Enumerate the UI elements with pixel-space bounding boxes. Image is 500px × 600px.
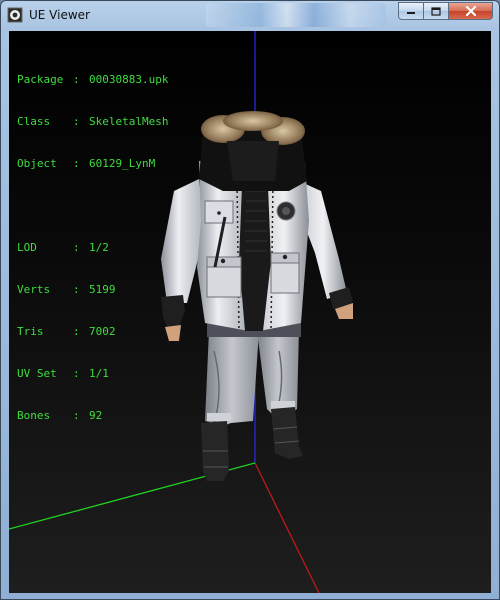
info-row-object: Object:60129_LynM (17, 157, 168, 171)
info-value-class: SkeletalMesh (89, 115, 169, 128)
ue-viewer-app-icon[interactable] (7, 7, 23, 23)
3d-viewport[interactable]: Package:00030883.upk Class: SkeletalMesh … (9, 31, 491, 593)
mesh-info-overlay: Package:00030883.upk Class: SkeletalMesh … (17, 45, 168, 451)
info-label: UV Set (17, 367, 57, 380)
window-title: UE Viewer (29, 8, 90, 22)
info-value-tris: 7002 (89, 325, 116, 338)
minimize-button[interactable] (398, 2, 424, 20)
fur-trim-top (223, 111, 283, 131)
info-gap (17, 199, 168, 213)
close-icon (465, 6, 476, 16)
caption-buttons (398, 2, 493, 20)
info-row-package: Package:00030883.upk (17, 73, 168, 87)
info-value-package: 00030883.upk (89, 73, 169, 86)
info-label: Tris (17, 325, 44, 338)
minimize-icon (407, 12, 415, 14)
info-separator: : (73, 409, 80, 422)
info-separator: : (73, 283, 80, 296)
aero-glass-background (206, 3, 386, 27)
info-value-bones: 92 (89, 409, 103, 422)
info-row-bones: Bones:92 (17, 409, 168, 423)
info-separator: : (73, 367, 80, 380)
maximize-button[interactable] (424, 2, 449, 20)
info-value-uvset: 1/1 (89, 367, 109, 380)
info-separator: : (73, 241, 80, 254)
info-label: Bones (17, 409, 51, 422)
info-value-verts: 5199 (89, 283, 116, 296)
info-row-verts: Verts:5199 (17, 283, 168, 297)
info-label: Verts (17, 283, 51, 296)
info-row-lod: LOD:1/2 (17, 241, 168, 255)
x-axis-line (254, 462, 320, 593)
info-separator: : (73, 115, 80, 128)
info-row-uvset: UV Set:1/1 (17, 367, 168, 381)
info-label: Class (17, 115, 51, 128)
info-separator: : (73, 325, 80, 338)
info-value-object: 60129_LynM (89, 157, 156, 170)
title-bar[interactable]: UE Viewer (1, 1, 499, 31)
right-boot (271, 407, 303, 459)
close-button[interactable] (449, 2, 493, 20)
info-label: Object (17, 157, 57, 170)
app-window: UE Viewer Package: 00030883.upk Class:… (0, 0, 500, 600)
info-label: LOD (17, 241, 37, 254)
info-separator: : (73, 73, 80, 86)
maximize-icon (431, 6, 441, 16)
info-value-lod: 1/2 (89, 241, 109, 254)
info-row-tris: Tris:7002 (17, 325, 168, 339)
info-row-class: Class: SkeletalMesh (17, 115, 168, 129)
left-leg (205, 331, 259, 426)
info-separator: : (73, 157, 80, 170)
info-label: Package (17, 73, 64, 86)
